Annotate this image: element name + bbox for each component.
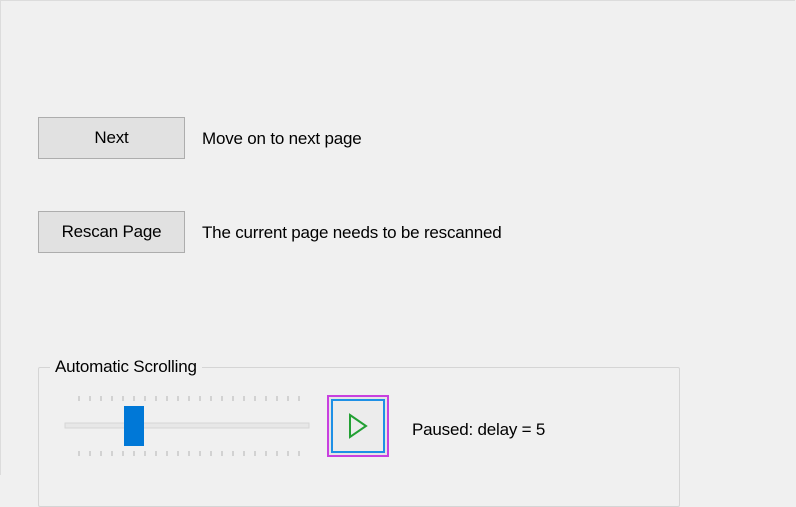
rescan-description: The current page needs to be rescanned: [202, 223, 502, 242]
scroll-status: Paused: delay = 5: [412, 420, 546, 439]
automatic-scrolling-label: Automatic Scrolling: [50, 357, 202, 377]
window-client-area: Next Move on to next page Rescan Page Th…: [0, 0, 795, 507]
play-icon: [349, 413, 368, 439]
delay-slider[interactable]: [61, 391, 313, 461]
next-button[interactable]: Next: [38, 117, 185, 159]
slider-ticks-top: [78, 396, 300, 401]
slider-thumb[interactable]: [124, 406, 144, 446]
rescan-page-button[interactable]: Rescan Page: [38, 211, 185, 253]
next-description: Move on to next page: [202, 129, 362, 148]
slider-track: [64, 422, 310, 429]
play-button[interactable]: [327, 395, 389, 457]
slider-ticks-bottom: [78, 451, 300, 456]
play-button-focus: [331, 399, 385, 453]
